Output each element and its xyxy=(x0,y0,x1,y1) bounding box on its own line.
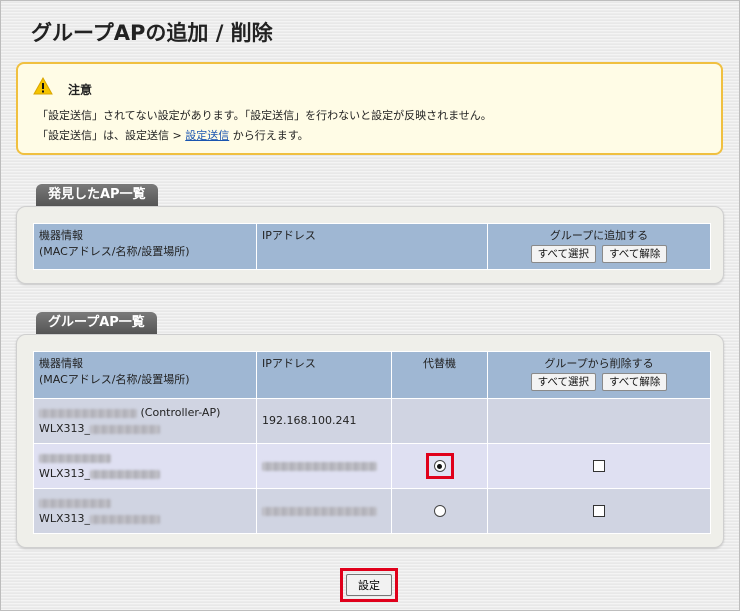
group-ap-panel: 機器情報 (MACアドレス/名称/設置場所) IPアドレス 代替機 グループから… xyxy=(16,334,724,548)
column-add-to-group-title: グループに追加する xyxy=(549,229,649,242)
select-all-button[interactable]: すべて選択 xyxy=(530,245,596,263)
device-name: WLX313_ xyxy=(39,422,91,435)
submit-highlight-frame: 設定 xyxy=(340,568,398,602)
column-device-info-title: 機器情報 xyxy=(39,229,83,242)
notice-instruction-prefix: 「設定送信」は、設定送信 > xyxy=(37,129,186,142)
ip-cell: 192.168.100.241 xyxy=(256,398,392,444)
warning-icon xyxy=(33,77,53,95)
discovered-ap-table: 機器情報 (MACアドレス/名称/設置場所) IPアドレス グループに追加する … xyxy=(33,223,711,270)
notice-box: 注意 「設定送信」されてない設定があります。「設定送信」を行わないと設定が反映さ… xyxy=(16,62,723,155)
redacted-name xyxy=(90,469,161,479)
column-device-info-sub: (MACアドレス/名称/設置場所) xyxy=(39,373,190,386)
role-label: (Controller-AP) xyxy=(140,406,221,419)
column-alternate: 代替機 xyxy=(391,351,488,399)
alternate-cell xyxy=(391,443,488,489)
redacted-ip xyxy=(262,506,377,516)
remove-checkbox[interactable] xyxy=(593,460,605,472)
alternate-radio[interactable] xyxy=(433,460,446,472)
column-device-info-sub: (MACアドレス/名称/設置場所) xyxy=(39,245,190,258)
column-device-info-title: 機器情報 xyxy=(39,357,83,370)
column-device-info: 機器情報 (MACアドレス/名称/設置場所) xyxy=(33,223,257,270)
redacted-ip xyxy=(262,461,377,471)
deselect-all-button[interactable]: すべて解除 xyxy=(602,245,668,263)
column-ip: IPアドレス xyxy=(256,223,488,270)
notice-instruction-suffix: から行えます。 xyxy=(229,129,309,142)
device-info-cell: (Controller-AP) WLX313_ xyxy=(33,398,257,444)
notice-instruction: 「設定送信」は、設定送信 > 設定送信 から行えます。 xyxy=(37,127,309,143)
redacted-name xyxy=(90,514,161,524)
column-device-info: 機器情報 (MACアドレス/名称/設置場所) xyxy=(33,351,257,399)
ip-cell xyxy=(256,488,392,534)
page-title: グループAPの追加 / 削除 xyxy=(31,21,273,45)
table-row: (Controller-AP) WLX313_ 192.168.100.241 xyxy=(33,398,711,444)
device-name: WLX313_ xyxy=(39,512,91,525)
notice-title: 注意 xyxy=(68,83,93,97)
table-row: WLX313_ xyxy=(33,488,711,534)
remove-cell xyxy=(487,398,711,444)
redacted-name xyxy=(90,424,161,434)
notice-message: 「設定送信」されてない設定があります。「設定送信」を行わないと設定が反映されませ… xyxy=(37,109,492,122)
remove-checkbox[interactable] xyxy=(593,505,605,517)
settings-send-link[interactable]: 設定送信 xyxy=(185,129,229,142)
alternate-cell xyxy=(391,398,488,444)
alternate-cell xyxy=(391,488,488,534)
discovered-ap-tab: 発見したAP一覧 xyxy=(36,184,158,206)
group-ap-tab: グループAP一覧 xyxy=(36,312,157,334)
redacted-mac xyxy=(39,453,111,463)
column-remove-title: グループから削除する xyxy=(544,357,654,370)
ip-cell xyxy=(256,443,392,489)
group-ap-table: 機器情報 (MACアドレス/名称/設置場所) IPアドレス 代替機 グループから… xyxy=(33,351,711,534)
redacted-mac xyxy=(39,408,137,418)
column-ip: IPアドレス xyxy=(256,351,392,399)
column-add-to-group: グループに追加する すべて選択 すべて解除 xyxy=(487,223,711,270)
discovered-ap-panel: 機器情報 (MACアドレス/名称/設置場所) IPアドレス グループに追加する … xyxy=(16,206,724,284)
remove-cell xyxy=(487,443,711,489)
deselect-all-button[interactable]: すべて解除 xyxy=(602,373,668,391)
device-info-cell: WLX313_ xyxy=(33,488,257,534)
alternate-radio[interactable] xyxy=(433,505,446,517)
submit-button[interactable]: 設定 xyxy=(346,574,392,596)
remove-cell xyxy=(487,488,711,534)
redacted-mac xyxy=(39,498,111,508)
table-row: WLX313_ xyxy=(33,443,711,489)
column-remove-from-group: グループから削除する すべて選択 すべて解除 xyxy=(487,351,711,399)
select-all-button[interactable]: すべて選択 xyxy=(530,373,596,391)
highlight-frame xyxy=(425,453,454,479)
device-info-cell: WLX313_ xyxy=(33,443,257,489)
device-name: WLX313_ xyxy=(39,467,91,480)
